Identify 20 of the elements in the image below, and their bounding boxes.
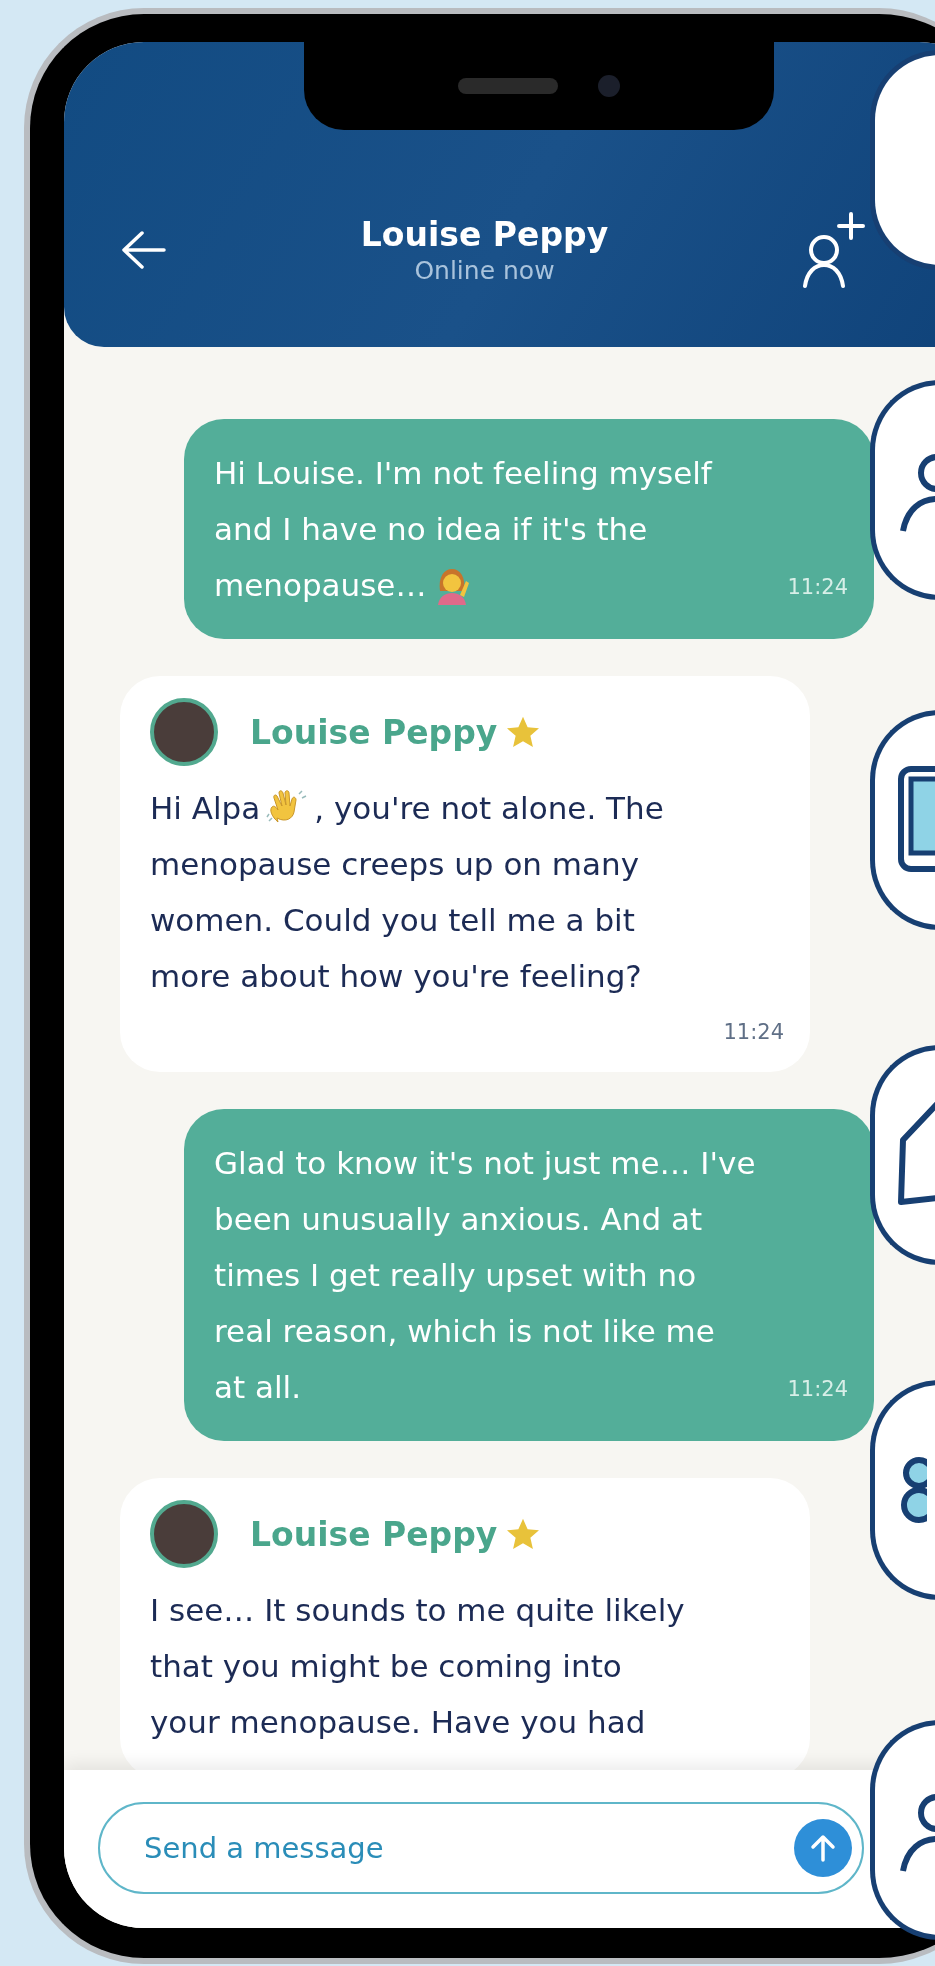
- sender-name: Louise Peppy: [250, 712, 498, 752]
- message-text: menopause…: [214, 566, 427, 605]
- message-time: 11:24: [723, 1020, 784, 1044]
- tablet-icon: [897, 765, 935, 875]
- back-arrow-icon: [120, 229, 166, 270]
- sender-name: Louise Peppy: [250, 1514, 498, 1554]
- message-text: I see… It sounds to me quite likely that you might be coming into your menopause. Have you had: [150, 1591, 685, 1742]
- message-text: , you're not alone. The: [314, 789, 664, 828]
- back-button[interactable]: [120, 229, 166, 270]
- add-contact-button[interactable]: [803, 210, 865, 289]
- message-text: Glad to know it's not just me… I've been unusually anxious. And at times I get really upset with no real reason, which is not like me at all.: [214, 1144, 756, 1407]
- online-status: Online now: [413, 255, 556, 285]
- message-text: menopause creeps up on many women. Could you tell me a bit more about how you're feeling?: [150, 845, 642, 996]
- message-time: 11:24: [787, 575, 848, 599]
- up-arrow-icon: [810, 1834, 836, 1862]
- message-text: Hi Alpa: [150, 789, 261, 828]
- add-person-icon: [803, 210, 865, 289]
- message-time: 11:24: [787, 1377, 848, 1401]
- contact-name: Louise Peppy: [359, 214, 610, 254]
- message-input-field[interactable]: Send a message: [98, 1802, 864, 1894]
